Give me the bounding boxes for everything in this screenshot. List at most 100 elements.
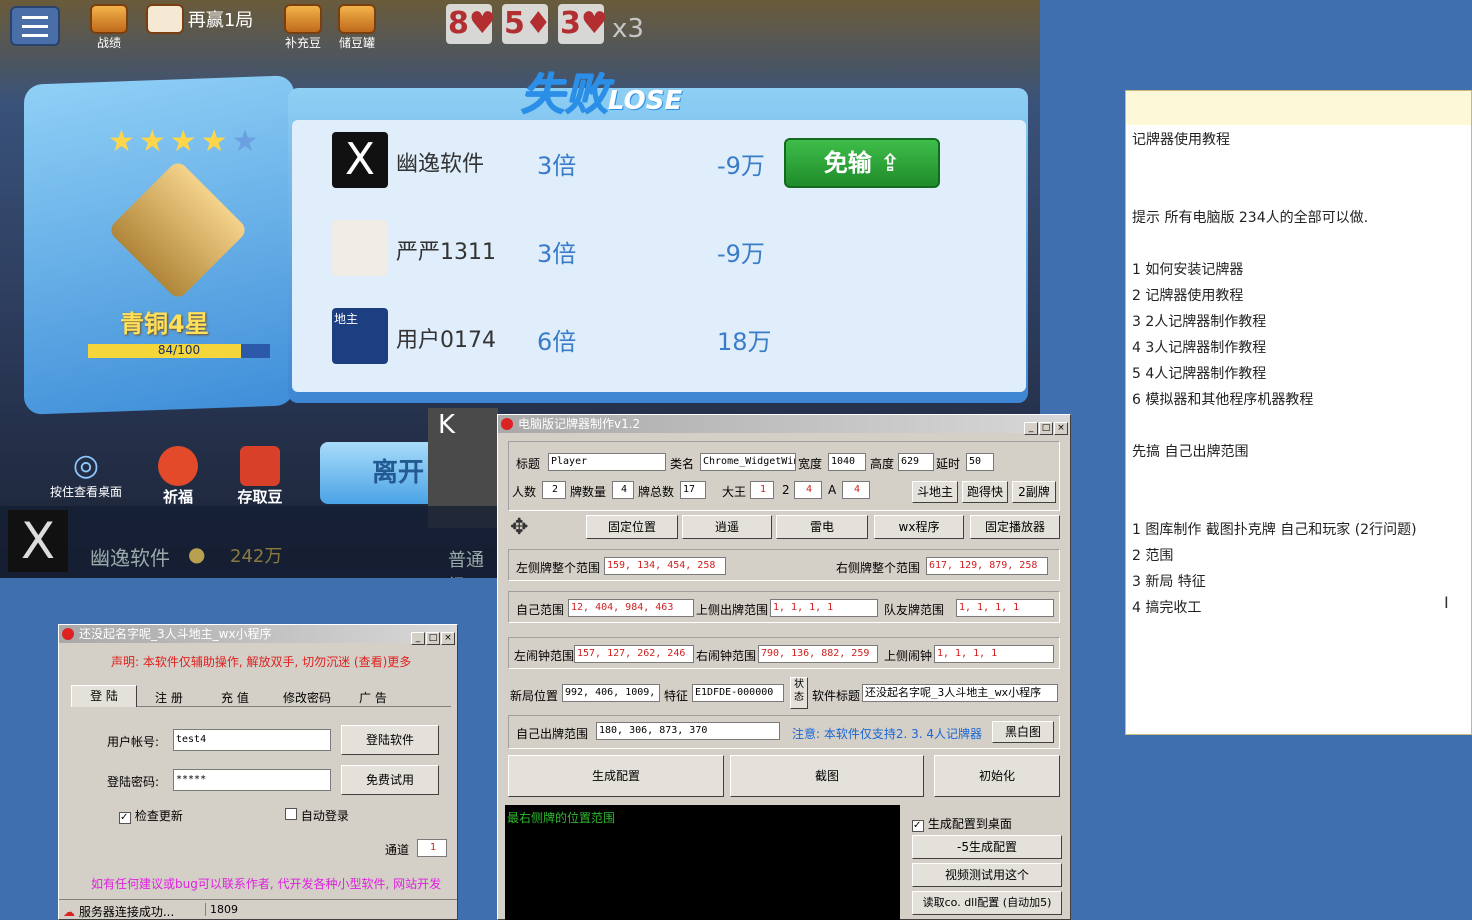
pray-button[interactable]: 祈福: [150, 446, 206, 507]
right-clock-input[interactable]: 790, 136, 882, 259: [758, 645, 878, 663]
player-name: 幽逸软件: [90, 546, 170, 570]
soft-title-input[interactable]: 还没起名字呢_3人斗地主_wx小程序: [862, 684, 1058, 702]
player-name: 严严1311: [396, 240, 496, 265]
trial-button[interactable]: 免费试用: [341, 765, 439, 795]
ace-input[interactable]: 4: [842, 481, 870, 499]
state-button[interactable]: 状态: [790, 677, 808, 709]
top-clock-input[interactable]: 1, 1, 1, 1: [934, 645, 1054, 663]
gift-icon: [240, 446, 280, 486]
check-update-checkbox[interactable]: ✓ 检查更新: [119, 807, 183, 824]
left-clock-input[interactable]: 157, 127, 262, 246: [574, 645, 694, 663]
left-clock-label: 左闹钟范围: [514, 649, 575, 663]
width-input[interactable]: 1040: [828, 453, 866, 471]
login-window: 还没起名字呢_3人斗地主_wx小程序 _ □ × 声明: 本软件仅辅助操作, 解放双…: [58, 624, 458, 920]
top-clock-label: 上侧闹钟: [884, 649, 933, 663]
bean-jar-label: 储豆罐: [338, 36, 375, 50]
note-line: 6 模拟器和其他程序机器教程: [1132, 392, 1314, 408]
landlord-mode-button[interactable]: 斗地主: [912, 481, 958, 503]
two-decks-button[interactable]: 2副牌: [1012, 481, 1056, 503]
self-out-input[interactable]: 180, 306, 873, 370: [596, 722, 780, 740]
generate-config-button[interactable]: 生成配置: [508, 755, 724, 797]
notepad-header: [1126, 91, 1471, 125]
notepad-window[interactable]: 记牌器使用教程 提示 所有电脑版 234人的全部可以做. 1 如何安装记牌器 2…: [1125, 90, 1472, 735]
total-input[interactable]: 17: [680, 481, 706, 499]
minimize-icon[interactable]: _: [411, 632, 425, 645]
rank-progress-text: 84/100: [157, 343, 201, 357]
right-range-input[interactable]: 617, 129, 879, 258: [926, 557, 1048, 575]
leidian-button[interactable]: 雷电: [776, 515, 868, 539]
team-input[interactable]: 1, 1, 1, 1: [956, 599, 1054, 617]
newgame-label: 新局位置: [510, 689, 559, 703]
login-titlebar[interactable]: 还没起名字呢_3人斗地主_wx小程序 _ □ ×: [59, 625, 457, 645]
mode-text: 普通场: [448, 550, 484, 578]
players-label: 人数: [512, 485, 537, 499]
tab-register[interactable]: 注 册: [155, 689, 183, 706]
app-icon: [62, 628, 74, 640]
account-input[interactable]: test4: [173, 729, 331, 751]
init-button[interactable]: 初始化: [934, 755, 1060, 797]
close-icon[interactable]: ×: [441, 632, 455, 645]
feature-input[interactable]: E1DFDE-000000: [692, 684, 784, 702]
tab-recharge[interactable]: 充 值: [221, 689, 249, 706]
blackwhite-button[interactable]: 黑白图: [992, 721, 1054, 743]
wx-program-button[interactable]: wx程序: [874, 515, 964, 539]
channel-input[interactable]: 1: [417, 839, 447, 857]
result-title: 失败LOSE: [520, 58, 682, 122]
maximize-icon[interactable]: □: [426, 632, 440, 645]
gen5-button[interactable]: -5生成配置: [912, 835, 1062, 859]
close-icon[interactable]: ×: [1054, 422, 1068, 435]
left-range-input[interactable]: 159, 134, 454, 258: [604, 557, 726, 575]
minimize-icon[interactable]: _: [1024, 422, 1038, 435]
height-input[interactable]: 629: [898, 453, 934, 471]
maximize-icon[interactable]: □: [1039, 422, 1053, 435]
delay-input[interactable]: 50: [966, 453, 994, 471]
record-button[interactable]: 战绩: [86, 4, 132, 50]
multiplier: 3倍: [537, 240, 577, 268]
bean-jar-button[interactable]: 储豆罐: [334, 4, 380, 50]
xiaoyao-button[interactable]: 逍遥: [682, 515, 772, 539]
login-button[interactable]: 登陆软件: [341, 725, 439, 755]
note-line: 1 如何安装记牌器: [1132, 262, 1244, 278]
menu-icon[interactable]: [10, 6, 60, 46]
free-lose-button[interactable]: 免输 ⇪: [784, 138, 940, 188]
fix-position-button[interactable]: 固定位置: [586, 515, 678, 539]
title-input[interactable]: Player: [548, 453, 666, 471]
run-fast-mode-button[interactable]: 跑得快: [962, 481, 1008, 503]
joker-input[interactable]: 1: [750, 481, 774, 499]
login-notice[interactable]: 声明: 本软件仅辅助操作, 解放双手, 切勿沉迷 (查看)更多: [111, 653, 411, 670]
two-input[interactable]: 4: [794, 481, 822, 499]
deposit-beans-button[interactable]: 存取豆: [230, 446, 290, 507]
read-dll-button[interactable]: 读取co. dll配置 (自动加5): [912, 891, 1062, 915]
left-range-label: 左侧牌整个范围: [516, 561, 601, 575]
status-message: 服务器连接成功...: [78, 905, 175, 919]
fix-player-button[interactable]: 固定播放器: [970, 515, 1060, 539]
self-range-input[interactable]: 12, 404, 984, 463: [568, 599, 694, 617]
desktop-checkbox[interactable]: ✓ 生成配置到桌面: [912, 815, 1012, 832]
tab-login[interactable]: 登 陆: [71, 685, 137, 707]
add-beans-button[interactable]: 补充豆: [280, 4, 326, 50]
class-input[interactable]: Chrome_WidgetWin: [700, 453, 796, 471]
log-console[interactable]: 最右侧牌的位置范围: [505, 805, 900, 920]
tab-ads[interactable]: 广 告: [359, 689, 387, 706]
crosshair-icon[interactable]: ✥: [510, 515, 528, 540]
joker-label: 大王: [722, 485, 747, 499]
tab-change-password[interactable]: 修改密码: [283, 689, 331, 706]
cards-input[interactable]: 4: [612, 481, 634, 499]
cloud-icon: ☁: [63, 905, 75, 919]
password-label: 登陆密码:: [107, 775, 160, 789]
maker-titlebar[interactable]: 电脑版记牌器制作v1.2 _ □ ×: [498, 415, 1070, 435]
score: -9万: [717, 152, 765, 180]
soft-title-label: 软件标题: [812, 689, 861, 703]
auto-login-checkbox[interactable]: 自动登录: [285, 807, 349, 824]
players-input[interactable]: 2: [542, 481, 566, 499]
view-desktop-button[interactable]: ◎ 按住查看桌面: [40, 448, 132, 500]
screenshot-button[interactable]: 截图: [730, 755, 924, 797]
win-again-button[interactable]: 再赢1局: [146, 4, 266, 48]
video-test-button[interactable]: 视频测试用这个: [912, 863, 1062, 887]
top-out-input[interactable]: 1, 1, 1, 1: [770, 599, 878, 617]
newgame-input[interactable]: 992, 406, 1009, 508: [562, 684, 660, 702]
jar-icon: [338, 4, 376, 34]
rank-progress-bar: 84/100: [88, 343, 270, 358]
multiplier: 3倍: [537, 152, 577, 180]
password-input[interactable]: *****: [173, 769, 331, 791]
